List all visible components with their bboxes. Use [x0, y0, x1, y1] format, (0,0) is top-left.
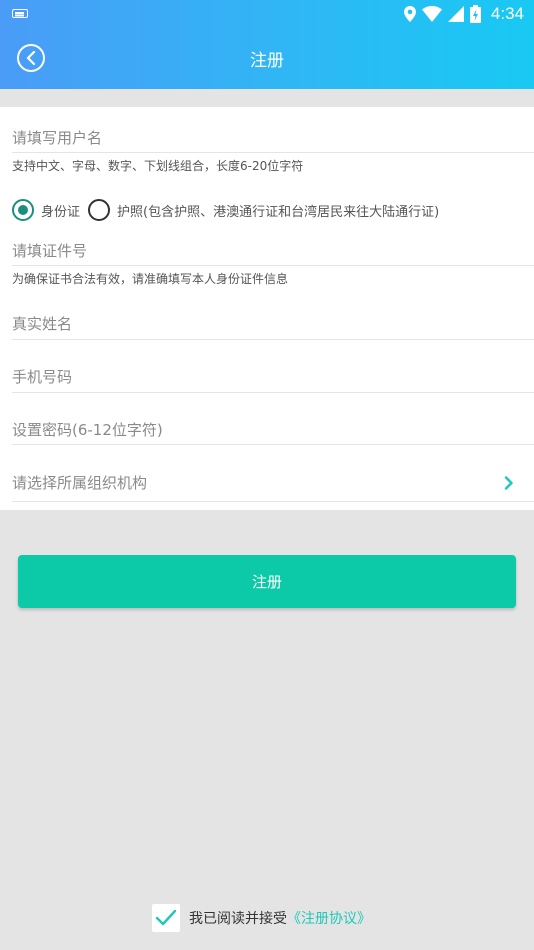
divider: [12, 444, 534, 445]
agreement-text: 我已阅读并接受: [189, 911, 287, 927]
signal-icon: [447, 6, 464, 22]
register-button[interactable]: 注册: [18, 555, 516, 608]
realname-input[interactable]: 真实姓名: [12, 313, 72, 334]
radio-id-card[interactable]: [12, 199, 34, 221]
divider: [12, 501, 534, 502]
username-hint: 支持中文、字母、数字、下划线组合，长度6-20位字符: [12, 159, 304, 173]
chevron-right-icon[interactable]: [504, 476, 514, 490]
keyboard-icon: [12, 9, 28, 18]
app-header: 4:34 注册: [0, 0, 534, 89]
organization-select[interactable]: 请选择所属组织机构: [12, 472, 147, 493]
username-input[interactable]: 请填写用户名: [12, 127, 102, 148]
divider: [12, 339, 534, 340]
agreement-row: 我已阅读并接受 《注册协议》: [152, 904, 371, 932]
id-number-input[interactable]: 请填证件号: [12, 240, 87, 261]
status-time: 4:34: [490, 4, 524, 23]
agreement-checkbox[interactable]: [152, 904, 180, 932]
phone-input[interactable]: 手机号码: [12, 366, 72, 387]
id-type-radio-group: 身份证 护照(包含护照、港澳通行证和台湾居民来往大陆通行证): [12, 198, 447, 222]
divider: [12, 265, 534, 266]
agreement-link[interactable]: 《注册协议》: [287, 908, 371, 928]
battery-icon: [469, 5, 481, 23]
password-input[interactable]: 设置密码(6-12位字符): [12, 419, 163, 440]
id-number-hint: 为确保证书合法有效，请准确填写本人身份证件信息: [12, 272, 289, 286]
page-title: 注册: [250, 51, 284, 71]
location-icon: [403, 6, 416, 22]
divider: [12, 152, 534, 153]
radio-passport[interactable]: [88, 199, 111, 221]
radio-passport-label[interactable]: 护照(包含护照、港澳通行证和台湾居民来往大陆通行证): [117, 201, 439, 220]
radio-id-card-label[interactable]: 身份证: [41, 201, 80, 220]
wifi-icon: [421, 6, 442, 22]
status-bar: 4:34: [0, 0, 534, 28]
status-icons: 4:34: [403, 3, 524, 25]
registration-form: 请填写用户名 支持中文、字母、数字、下划线组合，长度6-20位字符 身份证 护照…: [0, 107, 534, 510]
divider: [12, 392, 534, 393]
checkmark-icon: [155, 909, 177, 926]
